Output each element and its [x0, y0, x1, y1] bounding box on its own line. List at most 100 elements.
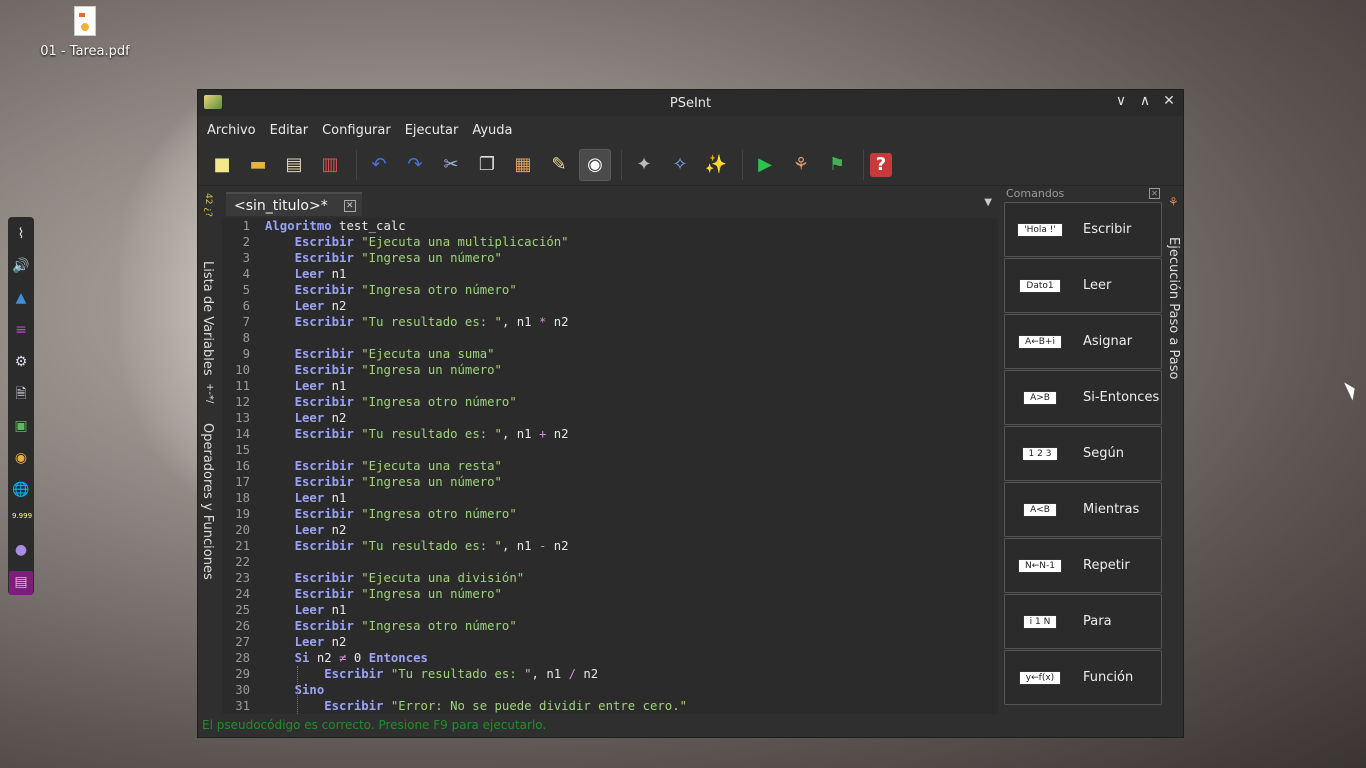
close-icon[interactable]: ✕	[1159, 93, 1179, 109]
line-number: 6	[242, 299, 250, 313]
titlebar: PSeInt ∨ ∧ ✕	[198, 90, 1183, 116]
line-number: 3	[242, 251, 250, 265]
command-label: Escribir	[1083, 222, 1132, 237]
line-number: 23	[235, 571, 250, 585]
code-line: 3 Escribir "Ingresa un número"	[222, 250, 998, 266]
code-text: Leer n2	[294, 411, 347, 425]
code-line: 6 Leer n2	[222, 298, 998, 314]
command-funci-n[interactable]: y←f(x) Función	[1004, 650, 1162, 705]
code-line: 23 Escribir "Ejecuta una división"	[222, 570, 998, 586]
globe-icon[interactable]: 🌐	[12, 479, 30, 501]
menubar: Archivo Editar Configurar Ejecutar Ayuda	[198, 116, 1183, 144]
line-number: 17	[235, 475, 250, 489]
commands-close-icon[interactable]: ✕	[1149, 188, 1160, 199]
command-leer[interactable]: Dato1 Leer	[1004, 258, 1162, 313]
line-number: 10	[235, 363, 250, 377]
settings-icon[interactable]: ⚙	[12, 351, 30, 373]
line-number: 20	[235, 523, 250, 537]
debug-icon[interactable]: ⚑	[821, 149, 853, 181]
find-next-icon[interactable]: ✧	[664, 149, 696, 181]
line-number: 31	[235, 699, 250, 713]
minimize-icon[interactable]: ∨	[1111, 93, 1131, 109]
chrome-icon[interactable]: ◉	[12, 447, 30, 469]
line-number: 1	[242, 219, 250, 233]
commands-title: Comandos	[1006, 187, 1065, 200]
command-repetir[interactable]: N←N-1 Repetir	[1004, 538, 1162, 593]
open-folder-icon[interactable]: ▬	[242, 149, 274, 181]
command-shape-text: y←f(x)	[1018, 670, 1062, 685]
command-shape-text: N←N-1	[1018, 558, 1062, 573]
toolbar-separator	[356, 149, 357, 180]
badge-app-icon[interactable]: 9.999	[12, 511, 32, 529]
mouse-cursor	[1344, 379, 1359, 401]
code-text: Escribir "Ingresa un número"	[294, 251, 502, 265]
code-text: Escribir "Ejecuta una suma"	[294, 347, 495, 361]
code-line: 20 Leer n2	[222, 522, 998, 538]
command-asignar[interactable]: A←B+i Asignar	[1004, 314, 1162, 369]
indent-guide	[297, 666, 298, 714]
view-icon[interactable]: ◉	[579, 148, 611, 181]
code-editor[interactable]: 1 Algoritmo test_calc 2 Escribir "Ejecuta …	[222, 218, 998, 714]
volume-icon[interactable]: 🔊	[12, 255, 30, 277]
save-icon[interactable]: ▤	[278, 149, 310, 181]
code-text: Leer n2	[294, 299, 347, 313]
command-mientras[interactable]: A<B Mientras	[1004, 482, 1162, 537]
command-escribir[interactable]: 'Hola !' Escribir	[1004, 202, 1162, 257]
command-shape-icon: i 1 N	[1005, 614, 1075, 629]
copy-icon[interactable]: ❐	[471, 149, 503, 181]
step-by-step-tab[interactable]: Ejecución Paso a Paso	[1166, 237, 1181, 379]
command-para[interactable]: i 1 N Para	[1004, 594, 1162, 649]
paste-icon[interactable]: ▦	[507, 149, 539, 181]
terminal-icon[interactable]: ▣	[12, 415, 30, 437]
edit-icon[interactable]: ✎	[543, 149, 575, 181]
run-icon[interactable]: ▶	[749, 149, 781, 181]
line-number: 25	[235, 603, 250, 617]
menu-ejecutar[interactable]: Ejecutar	[398, 123, 466, 138]
workspace-icon[interactable]: ≡	[12, 319, 30, 341]
commands-list: 'Hola !' Escribir Dato1 Leer A←B+i Asignar A>B…	[1004, 202, 1162, 705]
menu-archivo[interactable]: Archivo	[200, 123, 263, 138]
redo-icon[interactable]: ↷	[399, 149, 431, 181]
command-seg-n[interactable]: 1 2 3 Según	[1004, 426, 1162, 481]
tab-close-icon[interactable]: ✕	[343, 200, 356, 212]
operators-tab[interactable]: Operadores y Funciones	[200, 423, 215, 580]
wifi-icon[interactable]: ⌇	[12, 223, 30, 245]
step-icon[interactable]: ⚘	[785, 149, 817, 181]
command-shape-text: 'Hola !'	[1017, 222, 1063, 237]
desktop-file-pdf[interactable]: 01 - Tarea.pdf	[40, 6, 130, 59]
code-line: 22	[222, 554, 998, 570]
pseint-icon[interactable]: ▤	[9, 570, 33, 595]
code-text: Escribir "Ejecuta una multiplicación"	[294, 235, 569, 249]
menu-editar[interactable]: Editar	[263, 123, 316, 138]
step-by-step-icon: ⚘	[1168, 195, 1179, 209]
new-file-icon[interactable]: ■	[206, 149, 238, 181]
line-number: 29	[235, 667, 250, 681]
privacy-icon[interactable]: ●	[12, 539, 30, 561]
code-text: Escribir "Ingresa otro número"	[294, 507, 517, 521]
command-si-entonces[interactable]: A>B Si-Entonces	[1004, 370, 1162, 425]
code-text: Escribir "Ejecuta una resta"	[294, 459, 502, 473]
maximize-icon[interactable]: ∧	[1135, 93, 1155, 109]
menu-ayuda[interactable]: Ayuda	[465, 123, 519, 138]
find-icon[interactable]: ✦	[628, 149, 660, 181]
replace-icon[interactable]: ✨	[700, 149, 732, 181]
variables-tab[interactable]: Lista de Variables	[200, 261, 215, 376]
editor-tabstrip: <sin_titulo>* ✕ ▼	[222, 189, 998, 217]
tab-sin-titulo[interactable]: <sin_titulo>* ✕	[226, 192, 362, 216]
code-text: Escribir "Ejecuta una división"	[294, 571, 525, 585]
tab-list-dropdown-icon[interactable]: ▼	[984, 197, 992, 208]
menu-configurar[interactable]: Configurar	[315, 123, 398, 138]
code-line: 8	[222, 330, 998, 346]
line-number: 14	[235, 427, 250, 441]
code-text: Escribir "Ingresa otro número"	[294, 283, 517, 297]
document-icon[interactable]: 🗎	[12, 383, 30, 405]
save-as-icon[interactable]: ▥	[314, 149, 346, 181]
command-shape-icon: Dato1	[1005, 278, 1075, 293]
arch-icon[interactable]: ▲	[12, 287, 30, 309]
cut-icon[interactable]: ✂	[435, 149, 467, 181]
help-icon[interactable]: ?	[870, 152, 892, 177]
code-line: 17 Escribir "Ingresa un número"	[222, 474, 998, 490]
code-line: 1 Algoritmo test_calc	[222, 218, 998, 234]
undo-icon[interactable]: ↶	[363, 149, 395, 181]
command-shape-text: A←B+i	[1018, 334, 1062, 349]
